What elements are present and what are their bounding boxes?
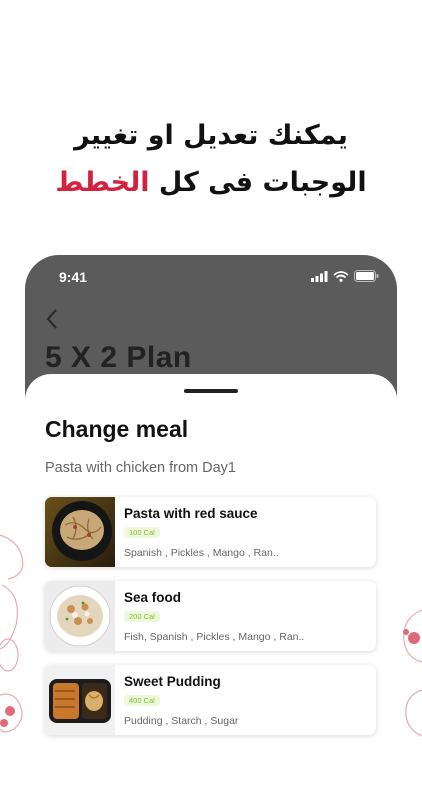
pudding-dish-image	[45, 665, 115, 735]
status-icons	[311, 270, 379, 282]
chevron-left-icon[interactable]	[41, 307, 65, 331]
calorie-badge: 400 Cal	[124, 695, 160, 706]
calorie-badge: 200 Cal	[124, 611, 160, 622]
meal-card[interactable]: Sweet Pudding 400 Cal Pudding , Starch ,…	[45, 665, 376, 735]
meal-ingredients: Fish, Spanish , Pickles , Mango , Ran..	[124, 631, 305, 643]
change-meal-sheet: Change meal Pasta with chicken from Day1…	[25, 374, 397, 794]
plan-title: 5 X 2 Plan	[45, 341, 192, 374]
sheet-title: Change meal	[45, 416, 189, 442]
meal-name: Pasta with red sauce	[124, 506, 258, 521]
sheet-drag-handle[interactable]	[184, 389, 238, 393]
sheet-subtitle: Pasta with chicken from Day1	[45, 460, 236, 476]
headline-line-1: يمكنك تعديل او تغيير	[74, 120, 348, 151]
food-doodle-right-icon	[403, 609, 422, 737]
headline-line-2: الوجبات فى كل الخطط	[0, 159, 422, 206]
calorie-badge: 100 Cal	[124, 527, 160, 538]
promo-headline: يمكنك تعديل او تغيير الوجبات فى كل الخطط	[0, 112, 422, 206]
seafood-dish-image	[45, 581, 115, 651]
meal-name: Sea food	[124, 590, 182, 605]
pasta-dish-image	[45, 497, 115, 567]
headline-accent-word: الخطط	[55, 167, 150, 198]
meal-card[interactable]: Sea food 200 Cal Fish, Spanish , Pickles…	[45, 581, 376, 651]
meal-card[interactable]: Pasta with red sauce 100 Cal Spanish , P…	[45, 497, 376, 567]
wifi-icon	[333, 270, 349, 282]
headline-line-2-text: الوجبات فى كل	[149, 167, 367, 198]
meal-name: Sweet Pudding	[124, 674, 221, 689]
meal-ingredients: Pudding , Starch , Sugar	[124, 715, 239, 727]
status-time: 9:41	[59, 269, 88, 285]
signal-icon	[311, 270, 328, 282]
battery-icon	[354, 270, 379, 282]
meal-ingredients: Spanish , Pickles , Mango , Ran..	[124, 547, 279, 559]
